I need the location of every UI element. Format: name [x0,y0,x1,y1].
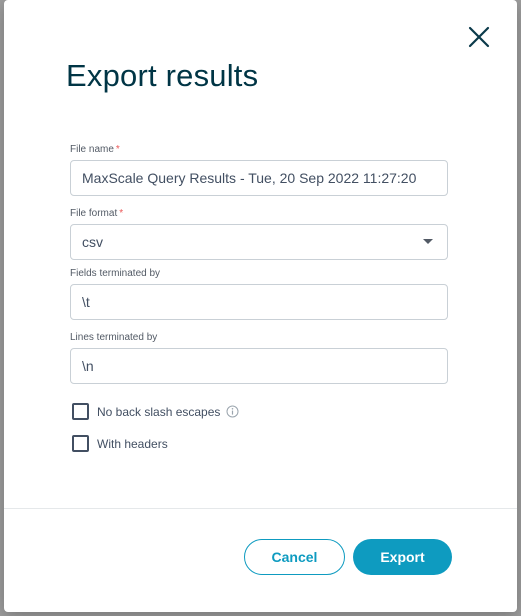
with-headers-checkbox[interactable] [72,435,89,452]
close-icon[interactable] [466,24,492,50]
with-headers-label: With headers [97,436,168,451]
fields-terminated-input[interactable]: \t [70,284,448,320]
footer-divider [4,508,517,509]
dialog-title: Export results [66,58,259,93]
no-backslash-label: No back slash escapes [97,404,221,419]
file-format-select[interactable]: csv [70,224,448,260]
cancel-button[interactable]: Cancel [244,539,345,575]
export-button[interactable]: Export [353,539,452,575]
file-name-value: MaxScale Query Results - Tue, 20 Sep 202… [82,170,417,186]
file-format-value: csv [82,234,103,250]
file-name-label-text: File name [70,144,114,155]
required-mark: * [115,144,120,155]
export-results-dialog: Export results File name * MaxScale Query… [4,0,517,612]
lines-terminated-input[interactable]: \n [70,348,448,384]
lines-terminated-label: Lines terminated by [70,332,158,343]
lines-terminated-value: \n [82,358,94,374]
file-format-label-text: File format [70,208,118,219]
chevron-down-icon [423,239,433,244]
file-format-label: File format * [70,208,123,219]
with-headers-row: With headers [72,435,168,452]
fields-terminated-value: \t [82,294,90,310]
file-name-label: File name * [70,144,120,155]
fields-terminated-label: Fields terminated by [70,268,161,279]
no-backslash-checkbox[interactable] [72,403,89,420]
file-name-input[interactable]: MaxScale Query Results - Tue, 20 Sep 202… [70,160,448,196]
required-mark: * [119,208,124,219]
no-backslash-row: No back slash escapes [72,403,239,420]
info-icon[interactable] [226,405,239,418]
